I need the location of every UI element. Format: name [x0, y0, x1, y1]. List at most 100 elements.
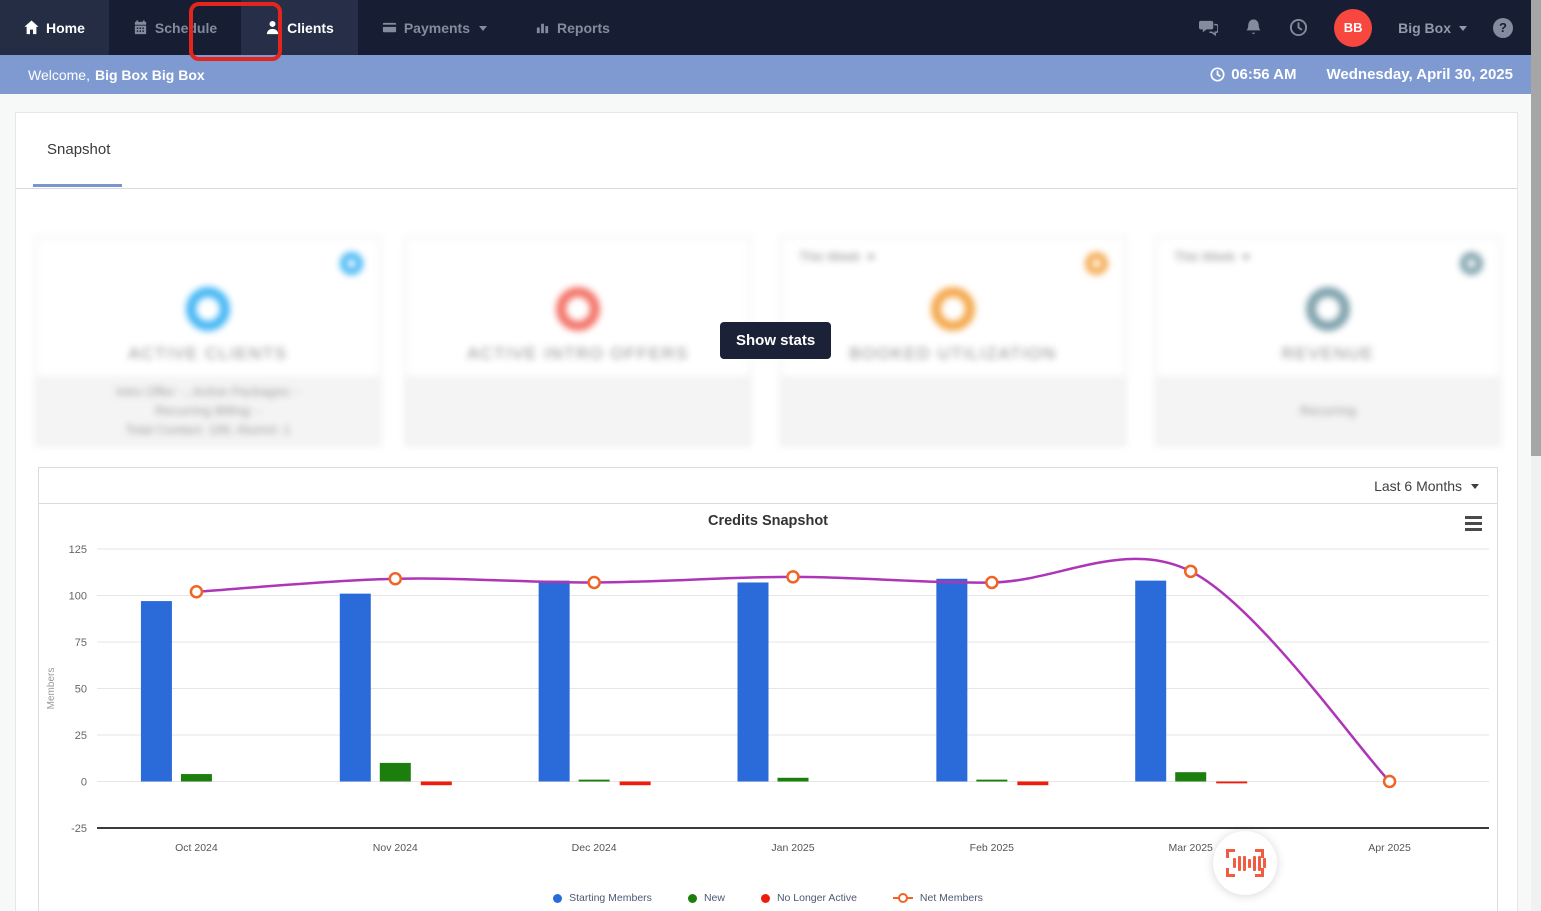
net-members-line [196, 557, 1391, 783]
line-marker [587, 575, 601, 590]
welcome-user-name: Big Box Big Box [94, 66, 205, 83]
donut-chart-icon [186, 287, 230, 331]
stat-card-footer [781, 376, 1125, 445]
welcome-bar: Welcome, Big Box Big Box 06:56 AM Wednes… [0, 55, 1541, 94]
bell-icon[interactable] [1244, 18, 1263, 37]
y-tick-label: 25 [75, 730, 87, 742]
stat-card-top: This Week BOOKED UTILIZATION [781, 237, 1125, 376]
chevron-down-icon [1471, 484, 1479, 489]
stat-card-revenue[interactable]: This Week REVENUE Recurring [1155, 236, 1501, 446]
page-scrollbar[interactable] [1531, 0, 1541, 911]
tab-row: Snapshot [16, 113, 1517, 189]
y-tick-label: 0 [81, 777, 87, 789]
nav-item-payments[interactable]: Payments [358, 0, 511, 55]
gridlines: 125 100 75 50 25 0 -25 [69, 544, 1489, 835]
bar [180, 774, 212, 782]
donut-badge-icon [340, 252, 363, 275]
stat-card-title: ACTIVE CLIENTS [128, 344, 288, 363]
donut-badge-icon [1460, 252, 1483, 275]
show-stats-button[interactable]: Show stats [720, 322, 832, 359]
credits-snapshot-chart: 125 100 75 50 25 0 -25 Members Oct 2024 Nov 2024 D… [46, 544, 1489, 854]
legend-item-1[interactable]: New [687, 892, 725, 904]
chat-icon[interactable] [1199, 18, 1219, 37]
line-marker [786, 570, 800, 584]
stat-card-active-clients[interactable]: ACTIVE CLIENTS Intro Offer: -, Active Pa… [35, 236, 381, 446]
legend-item-2[interactable]: No Longer Active [760, 892, 857, 904]
bar-series-0 [140, 578, 1167, 782]
chart-menu-icon[interactable] [1465, 516, 1482, 534]
tab-snapshot[interactable]: Snapshot [47, 141, 110, 158]
legend-item-0[interactable]: Starting Members [553, 892, 652, 904]
card-filter-label: This Week [799, 249, 861, 264]
nav-item-label: Reports [557, 19, 610, 36]
x-tick-label: Jan 2025 [771, 842, 814, 854]
main-panel: Snapshot ACTIVE CLIENTS Intro Offer: -, … [15, 112, 1518, 911]
line-marker [1183, 564, 1198, 579]
legend-item-3[interactable]: Net Members [892, 892, 983, 904]
welcome-greeting: Welcome, [28, 66, 90, 83]
nav-item-label: Schedule [154, 19, 218, 36]
credit-card-icon [382, 22, 396, 33]
legend-dot-icon [760, 893, 770, 903]
tab-divider [16, 188, 1517, 189]
tab-active-underline [33, 184, 122, 187]
legend-dot-icon [687, 893, 697, 903]
stat-card-title: REVENUE [1281, 344, 1375, 363]
card-filter-dropdown[interactable]: This Week [1174, 249, 1251, 264]
bar [339, 593, 371, 782]
nav-item-clients[interactable]: Clients [241, 0, 358, 55]
legend-dot-icon [553, 893, 563, 903]
top-navbar: Home Schedule Clients Payments Reports B… [0, 0, 1541, 55]
legend-label: Starting Members [569, 892, 652, 904]
y-tick-label: 50 [75, 684, 87, 696]
footer-line: Total Contact: 199, Alumni: 1 [125, 422, 291, 437]
chevron-down-icon [1459, 26, 1467, 31]
page-root: { "navbar": { "items": [ { "label": "Hom… [0, 0, 1541, 911]
help-icon[interactable]: ? [1493, 17, 1513, 38]
chart-range-label: Last 6 Months [1374, 477, 1462, 494]
credits-snapshot-panel: Last 6 Months Credits Snapshot 125 100 75 5… [38, 467, 1498, 911]
footer-line: Recurring Billing: - [154, 403, 262, 418]
scrollbar-thumb[interactable] [1531, 0, 1541, 456]
donut-chart-icon [1306, 287, 1350, 331]
bar [1216, 781, 1248, 784]
stat-card-booked-utilization[interactable]: This Week BOOKED UTILIZATION [780, 236, 1126, 446]
nav-item-label: Payments [403, 19, 470, 36]
account-menu[interactable]: Big Box [1398, 20, 1467, 36]
card-filter-dropdown[interactable]: This Week [799, 249, 876, 264]
stat-card-title: BOOKED UTILIZATION [849, 344, 1057, 363]
bar [777, 777, 809, 782]
home-icon [24, 20, 39, 35]
bar [936, 578, 968, 782]
legend-label: Net Members [919, 892, 983, 904]
bar-series-1 [180, 762, 1207, 782]
x-tick-label: Oct 2024 [175, 842, 218, 854]
stat-card-footer: Recurring [1156, 376, 1500, 445]
line-marker [388, 572, 403, 586]
chart-range-dropdown[interactable]: Last 6 Months [1374, 478, 1479, 494]
nav-item-label: Clients [287, 19, 334, 36]
bar [420, 781, 452, 786]
scan-barcode-button[interactable] [1213, 831, 1277, 895]
stat-card-footer: Intro Offer: -, Active Packages: - Recur… [36, 376, 380, 445]
clock-icon[interactable] [1289, 18, 1308, 37]
x-tick-label: Dec 2024 [572, 842, 617, 854]
chart-header: Last 6 Months [39, 468, 1497, 504]
bar [737, 582, 769, 782]
chevron-down-icon [867, 255, 876, 260]
calendar-icon [134, 20, 147, 35]
line-marker [985, 575, 999, 590]
y-tick-label: 125 [69, 544, 87, 556]
card-filter-label: This Week [1174, 249, 1236, 264]
stat-card-top: ACTIVE CLIENTS [36, 237, 380, 376]
avatar[interactable]: BB [1334, 8, 1373, 47]
line-markers [189, 564, 1397, 789]
bar [976, 779, 1008, 782]
welcome-datetime: 06:56 AM Wednesday, April 30, 2025 [1210, 66, 1513, 83]
nav-item-home[interactable]: Home [0, 0, 109, 55]
chevron-down-icon [479, 26, 487, 31]
account-name: Big Box [1398, 19, 1451, 36]
nav-item-schedule[interactable]: Schedule [109, 0, 241, 55]
stat-card-active-intro-offers[interactable]: ACTIVE INTRO OFFERS [405, 236, 751, 446]
nav-item-reports[interactable]: Reports [511, 0, 634, 55]
